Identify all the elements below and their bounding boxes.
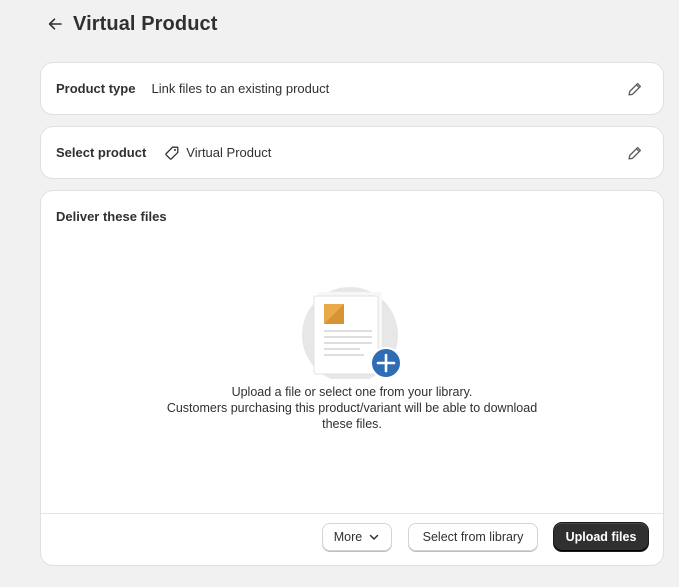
pencil-icon — [628, 146, 642, 160]
deliver-files-card: Deliver these files Upload a file or sel… — [41, 191, 663, 565]
edit-product-type-button[interactable] — [623, 77, 647, 101]
chevron-down-icon — [368, 531, 380, 543]
back-button[interactable] — [44, 13, 66, 35]
more-button[interactable]: More — [322, 523, 392, 551]
upload-files-button[interactable]: Upload files — [554, 523, 648, 551]
tag-icon — [164, 145, 180, 161]
product-type-card: Product type Link files to an existing p… — [41, 63, 663, 114]
deliver-files-title: Deliver these files — [56, 209, 167, 224]
select-product-label: Select product — [56, 145, 147, 160]
empty-state-line-2: Customers purchasing this product/varian… — [166, 401, 538, 431]
product-type-value: Link files to an existing product — [151, 81, 330, 96]
selected-product-name: Virtual Product — [186, 145, 272, 160]
select-product-value: Virtual Product — [164, 145, 271, 161]
page-header: Virtual Product — [44, 10, 218, 38]
more-button-label: More — [333, 530, 363, 544]
pencil-icon — [628, 82, 642, 96]
select-product-card: Select product Virtual Product — [41, 127, 663, 178]
file-upload-illustration — [302, 287, 402, 383]
empty-state-message: Upload a file or select one from your li… — [41, 384, 663, 432]
edit-selected-product-button[interactable] — [623, 141, 647, 165]
empty-state-line-1: Upload a file or select one from your li… — [231, 385, 473, 399]
product-type-label: Product type — [56, 81, 136, 96]
arrow-left-icon — [48, 18, 62, 30]
select-from-library-button[interactable]: Select from library — [408, 523, 538, 551]
card-footer: More Select from library Upload files — [41, 513, 663, 565]
page-title: Virtual Product — [73, 12, 218, 35]
